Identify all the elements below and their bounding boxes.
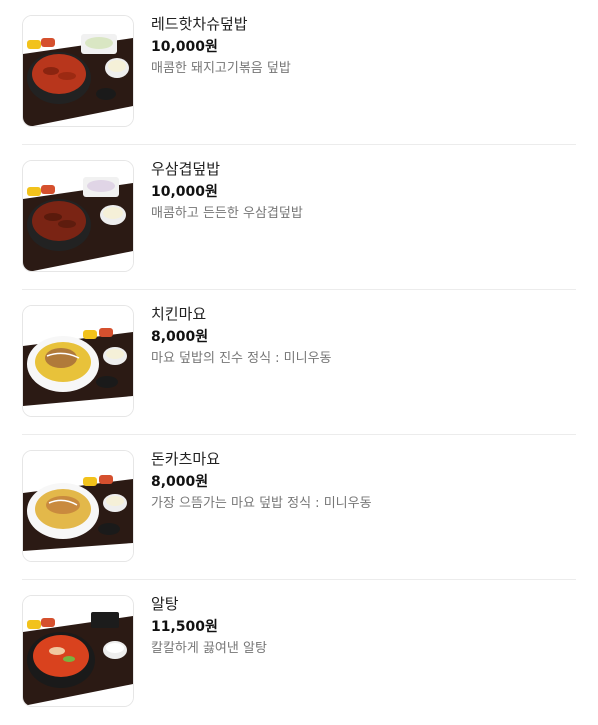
menu-item-altang[interactable]: 알탕 11,500원 칼칼하게 끓여낸 알탕 xyxy=(22,580,576,725)
pollock-roe-stew-image xyxy=(22,595,134,707)
menu-item-price: 10,000원 xyxy=(151,39,218,55)
menu-item-description: 매콤한 돼지고기볶음 덮밥 xyxy=(151,61,291,76)
spicy-pork-rice-bowl-image xyxy=(22,15,134,127)
menu-item-chicken-mayo[interactable]: 치킨마요 8,000원 마요 덮밥의 진수 정식 : 미니우동 xyxy=(22,290,576,435)
menu-item-info: 치킨마요 8,000원 마요 덮밥의 진수 정식 : 미니우동 xyxy=(151,303,551,369)
menu-item-donkatsu-mayo[interactable]: 돈카츠마요 8,000원 가장 으뜸가는 마요 덮밥 정식 : 미니우동 xyxy=(22,435,576,580)
menu-item-info: 우삼겹덮밥 10,000원 매콤하고 든든한 우삼겹덮밥 xyxy=(151,158,551,224)
menu-item-name: 돈카츠마요 xyxy=(151,450,221,468)
menu-item-description: 가장 으뜸가는 마요 덮밥 정식 : 미니우동 xyxy=(151,496,372,511)
chicken-mayo-rice-bowl-image xyxy=(22,305,134,417)
pork-cutlet-mayo-rice-bowl-image xyxy=(22,450,134,562)
menu-item-name: 알탕 xyxy=(151,595,179,613)
menu-item-woosamgyeop[interactable]: 우삼겹덮밥 10,000원 매콤하고 든든한 우삼겹덮밥 xyxy=(22,145,576,290)
menu-item-description: 매콤하고 든든한 우삼겹덮밥 xyxy=(151,206,303,221)
menu-item-price: 8,000원 xyxy=(151,329,209,345)
beef-brisket-rice-bowl-image xyxy=(22,160,134,272)
menu-item-red-hot-chashu[interactable]: 레드핫차슈덮밥 10,000원 매콤한 돼지고기볶음 덮밥 xyxy=(22,0,576,145)
menu-item-info: 레드핫차슈덮밥 10,000원 매콤한 돼지고기볶음 덮밥 xyxy=(151,13,551,79)
menu-item-name: 레드핫차슈덮밥 xyxy=(151,15,248,33)
menu-item-price: 10,000원 xyxy=(151,184,218,200)
menu-item-info: 알탕 11,500원 칼칼하게 끓여낸 알탕 xyxy=(151,593,551,659)
menu-item-description: 칼칼하게 끓여낸 알탕 xyxy=(151,641,267,656)
menu-item-info: 돈카츠마요 8,000원 가장 으뜸가는 마요 덮밥 정식 : 미니우동 xyxy=(151,448,551,514)
menu-item-price: 8,000원 xyxy=(151,474,209,490)
menu-list: 레드핫차슈덮밥 10,000원 매콤한 돼지고기볶음 덮밥 우삼겹덮밥 10,0… xyxy=(0,0,598,719)
menu-item-price: 11,500원 xyxy=(151,619,218,635)
menu-item-name: 치킨마요 xyxy=(151,305,207,323)
menu-item-description: 마요 덮밥의 진수 정식 : 미니우동 xyxy=(151,351,332,366)
menu-item-name: 우삼겹덮밥 xyxy=(151,160,221,178)
